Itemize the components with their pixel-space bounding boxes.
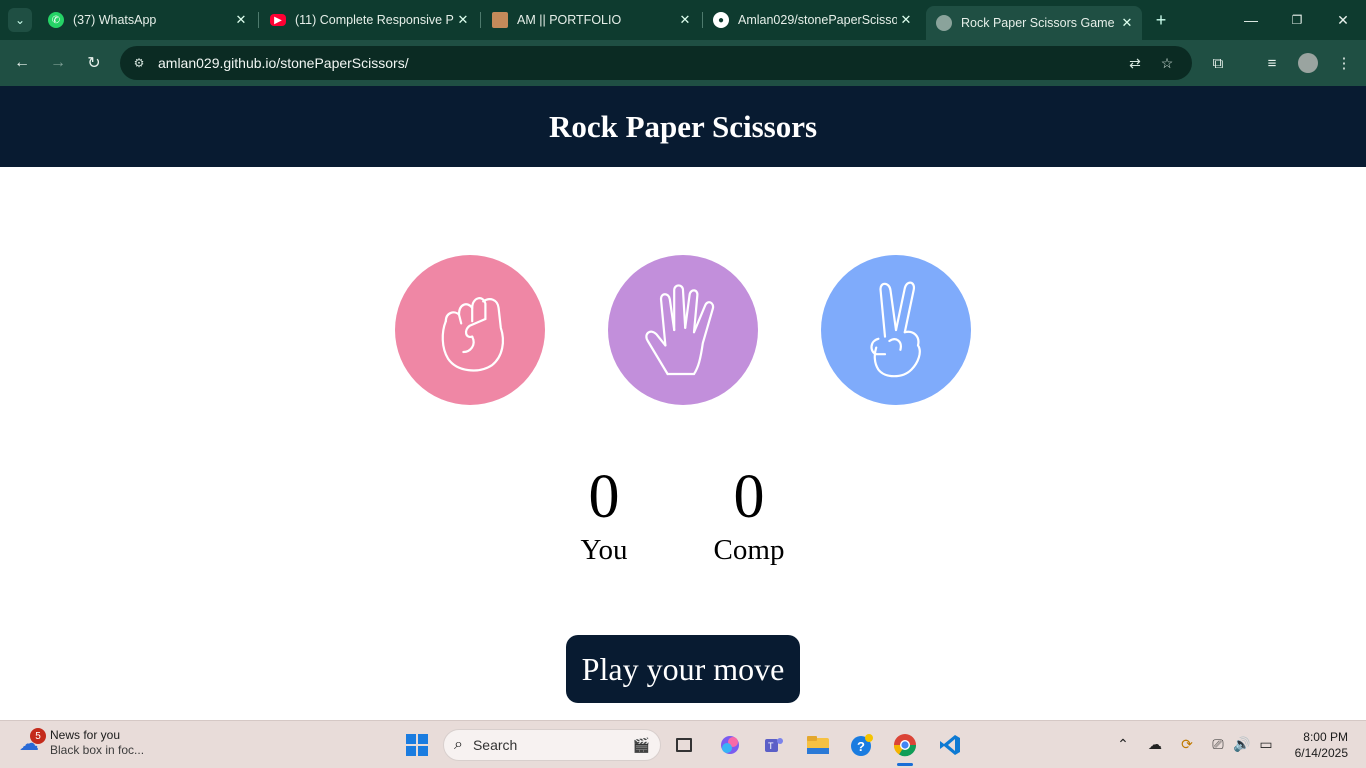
reload-button[interactable]: ↻ xyxy=(82,51,106,75)
clock-date: 6/14/2025 xyxy=(1294,746,1348,760)
tab-divider xyxy=(258,12,259,28)
bookmark-star-icon[interactable]: ☆ xyxy=(1156,52,1178,74)
close-icon[interactable]: ✕ xyxy=(454,12,472,28)
scissors-peace-icon xyxy=(870,281,921,378)
chrome-icon[interactable] xyxy=(891,731,919,766)
menu-kebab-icon[interactable]: ⋮ xyxy=(1332,51,1356,75)
tab-title: Rock Paper Scissors Game xyxy=(961,16,1115,30)
extensions-icon[interactable]: ⧉ xyxy=(1206,51,1230,75)
vscode-icon[interactable] xyxy=(936,731,964,759)
svg-text:T: T xyxy=(768,741,774,751)
search-highlight-icon: 🎬 xyxy=(632,736,650,753)
windows-start-icon[interactable] xyxy=(403,731,431,759)
close-icon[interactable]: ✕ xyxy=(232,12,250,28)
back-button[interactable]: ← xyxy=(10,51,34,75)
news-title: News for you xyxy=(50,728,121,742)
system-clock[interactable]: 8:00 PM 6/14/2025 xyxy=(1295,729,1348,761)
taskbar-search[interactable]: ⌕ Search 🎬 xyxy=(443,729,661,761)
tab-github[interactable]: ● Amlan029/stonePaperScisso ✕ xyxy=(713,6,915,34)
close-window-button[interactable]: ✕ xyxy=(1328,8,1358,32)
tab-divider xyxy=(702,12,703,28)
copilot-icon[interactable] xyxy=(716,731,744,759)
tab-title: (37) WhatsApp xyxy=(73,13,157,27)
news-icon: ☁ 5 xyxy=(16,728,46,756)
tab-youtube[interactable]: ▶ (11) Complete Responsive Po ✕ xyxy=(270,6,472,34)
comp-score: 0 xyxy=(733,463,765,531)
youtube-icon: ▶ xyxy=(270,14,286,26)
web-page: Rock Paper Scissors 0 You 0 Comp Play yo… xyxy=(0,86,1366,720)
task-view-icon[interactable] xyxy=(670,731,698,759)
comp-score-label: Comp xyxy=(713,534,785,566)
forward-button[interactable]: → xyxy=(46,51,70,75)
close-icon[interactable]: ✕ xyxy=(897,12,915,28)
news-subtitle: Black box in foc... xyxy=(50,743,145,757)
rock-choice[interactable] xyxy=(395,255,545,405)
portfolio-icon xyxy=(492,12,508,28)
scissors-choice[interactable] xyxy=(821,255,971,405)
tab-divider xyxy=(480,12,481,28)
github-icon: ● xyxy=(713,12,729,28)
site-info-icon[interactable]: ⚙ xyxy=(128,52,150,74)
teams-icon[interactable]: T xyxy=(760,731,788,759)
onedrive-cloud-icon[interactable]: ☁ xyxy=(1144,733,1166,755)
user-score-label: You xyxy=(580,534,628,566)
tab-whatsapp[interactable]: ✆ (37) WhatsApp ✕ xyxy=(48,6,250,34)
media-control-icon[interactable]: ≡ xyxy=(1260,51,1284,75)
help-icon[interactable]: ? xyxy=(848,731,876,759)
file-explorer-icon[interactable] xyxy=(804,731,832,759)
whatsapp-icon: ✆ xyxy=(48,12,64,28)
clock-time: 8:00 PM xyxy=(1303,730,1348,744)
globe-icon xyxy=(936,15,952,31)
paper-choice[interactable] xyxy=(608,255,758,405)
address-bar[interactable]: ⚙ amlan029.github.io/stonePaperScissors/… xyxy=(120,46,1192,80)
page-title: Rock Paper Scissors xyxy=(548,108,818,144)
tab-rock-paper-scissors[interactable]: Rock Paper Scissors Game ✕ xyxy=(926,6,1142,40)
rock-fist-icon xyxy=(441,297,504,372)
tab-search-button[interactable]: ⌄ xyxy=(8,8,32,32)
close-icon[interactable]: ✕ xyxy=(1118,15,1136,31)
user-score-panel: 0 You xyxy=(544,462,664,568)
comp-score-panel: 0 Comp xyxy=(689,462,809,568)
url-text[interactable]: amlan029.github.io/stonePaperScissors/ xyxy=(158,55,409,71)
minimize-button[interactable]: — xyxy=(1236,8,1266,32)
battery-icon[interactable]: ▭ xyxy=(1255,733,1277,755)
restore-button[interactable]: ❐ xyxy=(1282,8,1312,32)
browser-tab-strip: ⌄ ✆ (37) WhatsApp ✕ ▶ (11) Complete Resp… xyxy=(0,0,1366,40)
news-widget[interactable]: ☁ 5 News for you Black box in foc... xyxy=(16,728,144,758)
close-icon[interactable]: ✕ xyxy=(676,12,694,28)
news-badge: 5 xyxy=(30,728,46,744)
search-placeholder: Search xyxy=(472,737,518,753)
browser-toolbar: ← → ↻ ⚙ amlan029.github.io/stonePaperSci… xyxy=(0,40,1366,86)
tab-title: Amlan029/stonePaperScisso xyxy=(738,13,897,27)
tab-portfolio[interactable]: AM || PORTFOLIO ✕ xyxy=(492,6,694,34)
user-score: 0 xyxy=(588,463,620,531)
message-box: Play your move xyxy=(566,635,800,703)
page-header: Rock Paper Scissors xyxy=(0,86,1366,167)
windows-taskbar: ☁ 5 News for you Black box in foc... ⌕ S… xyxy=(0,720,1366,768)
tab-title: AM || PORTFOLIO xyxy=(517,13,622,27)
paper-hand-icon xyxy=(645,284,715,376)
volume-icon[interactable]: 🔊 xyxy=(1231,733,1253,755)
sync-icon[interactable]: ⟳ xyxy=(1176,733,1198,755)
network-icon[interactable]: ⎚ xyxy=(1207,733,1229,755)
tab-title: (11) Complete Responsive Po xyxy=(295,13,454,27)
new-tab-button[interactable]: + xyxy=(1149,8,1173,32)
translate-icon[interactable]: ⇄ xyxy=(1124,52,1146,74)
search-icon: ⌕ xyxy=(454,736,463,753)
svg-text:?: ? xyxy=(857,739,865,754)
profile-avatar[interactable] xyxy=(1298,53,1318,73)
show-hidden-icons-chevron-icon[interactable]: ⌃ xyxy=(1112,733,1134,755)
